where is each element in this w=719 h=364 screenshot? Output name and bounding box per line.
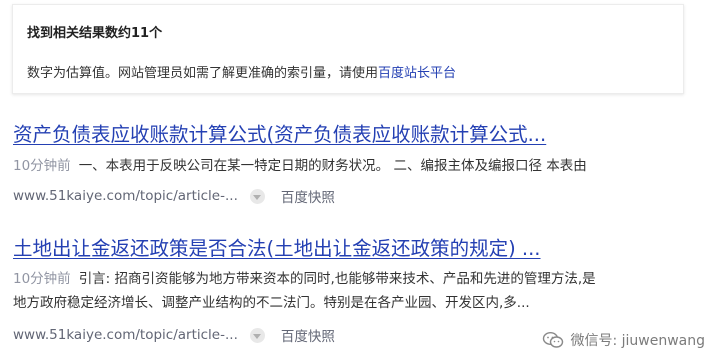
result-snippet-2-line-2: 地方政府稳定经济增长、调整产业结构的不二法门。特别是在各产业园、开发区内,多..… — [13, 295, 530, 311]
result-cache-link-1[interactable]: 百度快照 — [281, 186, 335, 206]
result-count-box: 找到相关结果数约11个 数字为估算值。网站管理员如需了解更准确的索引量，请使用百… — [12, 4, 684, 94]
webmaster-platform-link[interactable]: 百度站长平台 — [378, 66, 456, 81]
result-snippet-2-line-1: 引言: 招商引资能够为地方带来资本的同时,也能够带来技术、产品和先进的管理方法,… — [78, 271, 596, 287]
result-snippet-1: 10分钟前 一、本表用于反映公司在某一特定日期的财务状况。 二、编报主体及编报口径… — [13, 154, 587, 178]
wechat-watermark: 微信号: jiuwenwang — [542, 330, 705, 350]
result-snippet-2: 10分钟前 引言: 招商引资能够为地方带来资本的同时,也能够带来技术、产品和先进的… — [13, 267, 596, 291]
result-time-1: 10分钟前 — [13, 158, 71, 174]
chevron-down-icon[interactable] — [249, 327, 265, 343]
result-cache-link-2[interactable]: 百度快照 — [281, 325, 335, 345]
result-snippet-2-continued: 地方政府稳定经济增长、调整产业结构的不二法门。特别是在各产业园、开发区内,多..… — [13, 291, 530, 315]
result-snippet-1-line-1: 一、本表用于反映公司在某一特定日期的财务状况。 二、编报主体及编报口径 本表由 — [78, 158, 587, 174]
chevron-down-icon[interactable] — [249, 188, 265, 204]
result-url-1[interactable]: www.51kaiye.com/topic/article-... — [13, 188, 238, 204]
result-url-line-1: www.51kaiye.com/topic/article-... 百度快照 — [13, 186, 335, 206]
result-url-2[interactable]: www.51kaiye.com/topic/article-... — [13, 327, 238, 343]
result-count-note: 数字为估算值。网站管理员如需了解更准确的索引量，请使用百度站长平台 — [27, 62, 456, 81]
result-count-note-text: 数字为估算值。网站管理员如需了解更准确的索引量，请使用 — [27, 66, 379, 81]
wechat-icon — [543, 331, 564, 348]
result-time-2: 10分钟前 — [13, 271, 71, 287]
result-count-title: 找到相关结果数约11个 — [27, 26, 163, 41]
result-title-2[interactable]: 土地出让金返还政策是否合法(土地出让金返还政策的规定) ... — [13, 232, 541, 261]
result-url-line-2: www.51kaiye.com/topic/article-... 百度快照 — [13, 325, 335, 345]
result-title-1[interactable]: 资产负债表应收账款计算公式(资产负债表应收账款计算公式... — [13, 118, 546, 147]
watermark-text: 微信号: jiuwenwang — [570, 333, 705, 349]
